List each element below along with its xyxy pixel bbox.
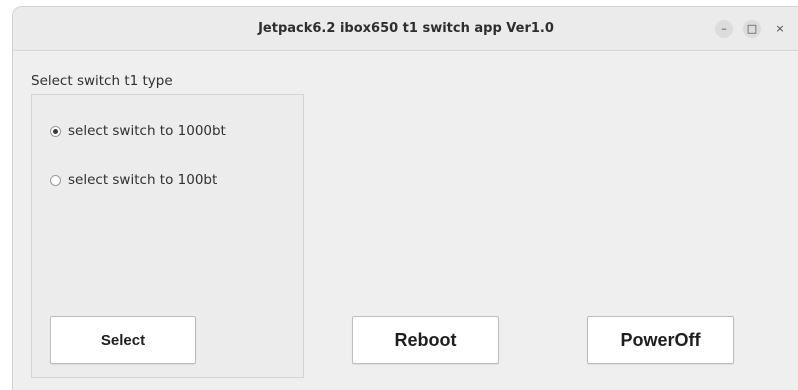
close-icon[interactable]: ×	[771, 20, 789, 38]
poweroff-button[interactable]: PowerOff	[587, 316, 734, 364]
radio-option-1000bt[interactable]: select switch to 1000bt	[50, 121, 226, 141]
radio-option-100bt[interactable]: select switch to 100bt	[50, 170, 217, 190]
radio-unchecked-icon[interactable]	[50, 174, 61, 186]
reboot-button[interactable]: Reboot	[352, 316, 499, 364]
radio-label-100bt: select switch to 100bt	[68, 172, 218, 188]
radio-checked-icon[interactable]	[50, 125, 61, 137]
window-title: Jetpack6.2 ibox650 t1 switch app Ver1.0	[258, 21, 554, 36]
title-bar[interactable]: Jetpack6.2 ibox650 t1 switch app Ver1.0 …	[13, 7, 798, 51]
radio-label-1000bt: select switch to 1000bt	[68, 123, 226, 139]
minimize-icon[interactable]: –	[715, 20, 733, 38]
maximize-icon[interactable]: □	[743, 20, 761, 38]
group-label: Select switch t1 type	[31, 73, 173, 89]
select-button[interactable]: Select	[50, 316, 196, 364]
